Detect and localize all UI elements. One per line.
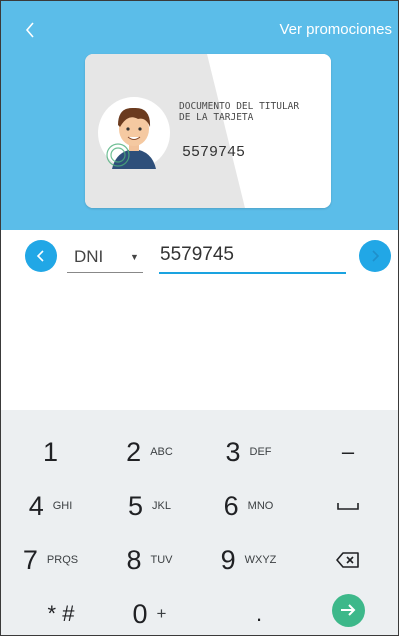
person-avatar-icon (98, 97, 170, 169)
card-document-number: 5579745 (182, 144, 246, 161)
enter-circle (331, 593, 365, 627)
key-6[interactable]: 6 MNO (199, 479, 298, 533)
previous-button[interactable] (25, 240, 57, 272)
chevron-left-icon (36, 250, 44, 262)
chevron-left-icon (25, 22, 34, 38)
card-preview: DOCUMENTO DEL TITULAR DE LA TARJETA 5579… (85, 54, 331, 208)
card-label-line1: DOCUMENTO DEL TITULAR (179, 101, 300, 112)
backspace-icon (336, 552, 359, 568)
back-button[interactable] (19, 17, 43, 43)
key-9[interactable]: 9 WXYZ (199, 533, 298, 587)
key-4[interactable]: 4 GHI (1, 479, 100, 533)
promotions-link[interactable]: Ver promociones (279, 21, 392, 38)
numeric-keyboard: 1 2 ABC 3 DEF – 4 GHI 5 JKL 6 MNO 7 PRQS… (1, 410, 398, 635)
chevron-right-icon (372, 250, 380, 262)
arrow-right-icon (341, 604, 356, 616)
enter-button[interactable] (298, 583, 398, 635)
key-0[interactable]: 0 + (100, 587, 199, 635)
document-number-value: 5579745 (160, 244, 234, 265)
key-5[interactable]: 5 JKL (100, 479, 199, 533)
key-7[interactable]: 7 PRQS (1, 533, 100, 587)
key-space[interactable] (298, 479, 398, 533)
key-2[interactable]: 2 ABC (100, 425, 199, 479)
header: Ver promociones DOCUMENTO DEL TITULAR DE… (1, 1, 398, 230)
document-input-row: DNI ▼ 5579745 (1, 230, 398, 285)
key-1[interactable]: 1 (1, 425, 100, 479)
next-button[interactable] (359, 240, 391, 272)
card-label: DOCUMENTO DEL TITULAR DE LA TARJETA (179, 101, 329, 123)
document-number-input[interactable]: 5579745 (159, 242, 346, 274)
document-type-value: DNI (74, 247, 104, 266)
key-8[interactable]: 8 TUV (100, 533, 199, 587)
key-minus[interactable]: – (298, 425, 398, 479)
key-3[interactable]: 3 DEF (199, 425, 298, 479)
dropdown-arrow-icon: ▼ (130, 252, 139, 262)
screen: Ver promociones DOCUMENTO DEL TITULAR DE… (0, 0, 399, 636)
key-backspace[interactable] (298, 533, 398, 587)
space-icon (337, 503, 359, 510)
card-label-line2: DE LA TARJETA (179, 112, 254, 123)
document-type-select[interactable]: DNI ▼ (67, 242, 143, 273)
